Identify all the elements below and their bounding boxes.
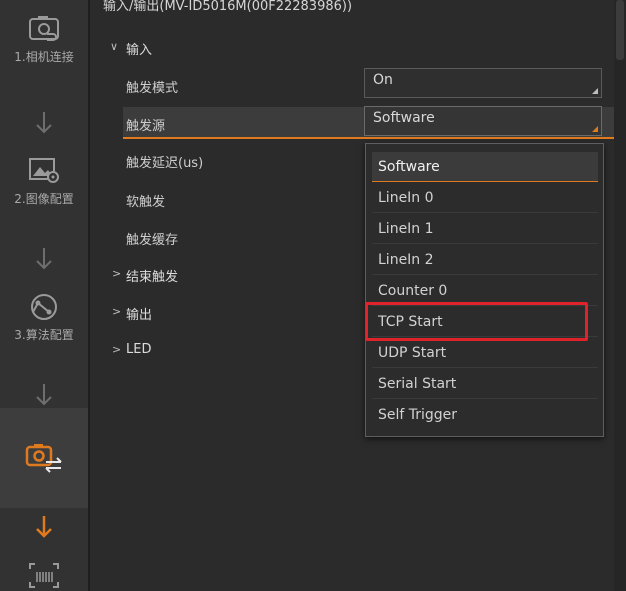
scrollbar-thumb[interactable] [616, 0, 624, 60]
option-software[interactable]: Software [372, 152, 598, 182]
option-serial-start[interactable]: Serial Start [372, 369, 598, 399]
panel-title: 输入/输出(MV-ID5016M(00F22283986)) [103, 0, 353, 14]
option-linein-2[interactable]: LineIn 2 [372, 245, 598, 275]
step-label: 2.图像配置 [14, 192, 74, 206]
step-image-config[interactable]: 2.图像配置 [0, 156, 88, 207]
tree-input[interactable]: 输入 [126, 39, 152, 58]
step-io-config[interactable] [0, 442, 88, 474]
trigger-delay-label: 触发延迟(us) [126, 156, 204, 171]
step-label: 3.算法配置 [14, 328, 74, 342]
camera-link-icon [29, 16, 59, 41]
chevron-right-icon[interactable]: > [112, 305, 121, 318]
chevron-down-icon[interactable]: ∨ [110, 40, 118, 53]
algorithm-icon [31, 294, 57, 320]
trigger-cache-label: 触发缓存 [126, 233, 179, 248]
step-code-read[interactable] [0, 560, 88, 591]
annotation-highlight-box [365, 302, 588, 341]
chevron-right-icon[interactable]: > [112, 343, 121, 356]
trigger-source-value: Software [373, 110, 435, 126]
dropdown-corner-icon [592, 88, 598, 94]
scrollbar-track[interactable] [614, 0, 626, 591]
step-camera-connect[interactable]: 1.相机连接 [0, 14, 88, 65]
option-udp-start[interactable]: UDP Start [372, 338, 598, 368]
barcode-scan-icon [29, 563, 59, 588]
arrow-down-icon [36, 384, 52, 406]
arrow-down-icon [36, 248, 52, 270]
active-row-underline [123, 137, 614, 139]
tree-led[interactable]: LED [126, 342, 151, 357]
step-label: 1.相机连接 [14, 50, 74, 64]
dropdown-corner-icon [592, 126, 598, 132]
camera-io-icon [25, 444, 62, 473]
option-linein-1[interactable]: LineIn 1 [372, 214, 598, 244]
tree-output[interactable]: 输出 [126, 304, 152, 323]
trigger-source-dropdown: Software LineIn 0 LineIn 1 LineIn 2 Coun… [365, 143, 604, 437]
chevron-right-icon[interactable]: > [112, 267, 121, 280]
trigger-source-select[interactable]: Software [364, 106, 602, 136]
arrow-down-active-icon [36, 516, 52, 538]
trigger-mode-select[interactable]: On [364, 68, 602, 98]
software-trigger-label: 软触发 [126, 195, 166, 210]
step-algorithm-config[interactable]: 3.算法配置 [0, 292, 88, 343]
tree-end-trigger[interactable]: 结束触发 [126, 266, 178, 285]
arrow-down-icon [36, 112, 52, 134]
option-self-trigger[interactable]: Self Trigger [372, 400, 598, 430]
trigger-mode-label: 触发模式 [126, 81, 179, 96]
trigger-mode-value: On [373, 72, 393, 88]
option-linein-0[interactable]: LineIn 0 [372, 183, 598, 213]
image-settings-icon [29, 158, 59, 183]
trigger-source-label: 触发源 [126, 119, 166, 134]
